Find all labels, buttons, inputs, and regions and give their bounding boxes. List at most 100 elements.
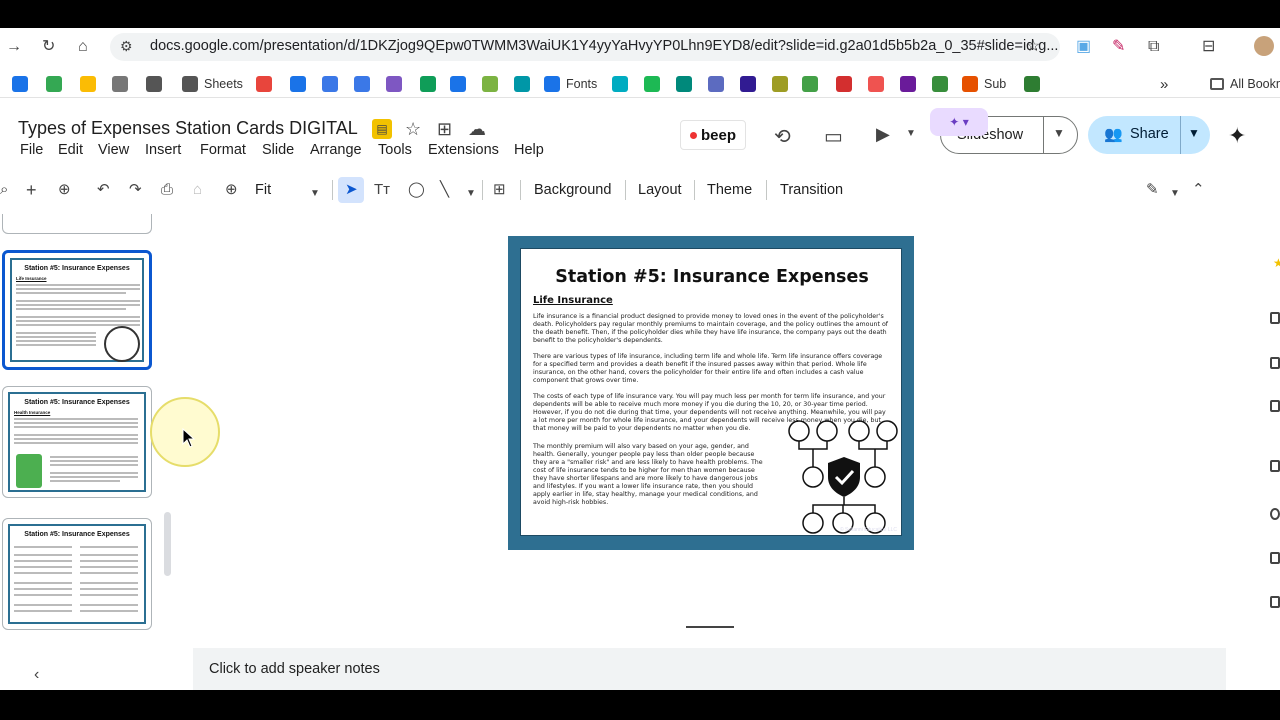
menu-arrange[interactable]: Arrange [310,142,362,158]
forward-icon[interactable]: → [6,37,22,57]
extension-icon[interactable]: ▣ [1076,37,1091,57]
calendar-icon[interactable] [1270,312,1280,324]
menu-edit[interactable]: Edit [58,142,83,158]
move-folder-icon[interactable]: ⊞ [437,119,452,140]
home-icon[interactable]: ⌂ [78,37,88,57]
bookmark-star-icon[interactable]: ☆ [1026,37,1040,57]
keep-icon[interactable]: ★ [1273,256,1280,270]
profile-avatar[interactable] [1254,36,1274,56]
bookmark-item[interactable] [644,74,660,94]
shape-icon[interactable]: ◯ [408,180,425,200]
bookmark-item[interactable] [354,74,370,94]
search-menus-icon[interactable]: ⌕ [0,180,8,200]
share-button[interactable]: 👥 Share ▼ [1088,116,1210,154]
menu-file[interactable]: File [20,142,43,158]
undo-icon[interactable]: ↶ [97,180,110,200]
menu-format[interactable]: Format [200,142,246,158]
chevron-down-icon[interactable]: ▼ [466,184,476,204]
bookmark-item[interactable] [482,74,498,94]
chevron-down-icon[interactable]: ▼ [906,128,916,139]
addon-icon[interactable] [1270,508,1280,520]
menu-tools[interactable]: Tools [378,142,412,158]
bookmark-item[interactable] [900,74,916,94]
tasks-icon[interactable] [1270,357,1280,369]
gemini-sparkle-icon[interactable]: ✦ [1228,123,1246,149]
version-history-icon[interactable]: ⟲ [774,124,791,149]
bookmark-item[interactable] [612,74,628,94]
bookmark-item[interactable] [802,74,818,94]
slide-paragraph[interactable]: There are various types of life insuranc… [533,353,891,385]
slide-paragraph[interactable]: Life insurance is a financial product de… [533,313,891,345]
redo-icon[interactable]: ↷ [129,180,142,200]
bookmark-item[interactable] [932,74,948,94]
bookmark-item[interactable]: Sub [962,74,1006,94]
slide-subtitle[interactable]: Life Insurance [533,295,613,306]
more-bookmarks-icon[interactable]: » [1160,74,1168,94]
layout-button[interactable]: Layout [638,182,682,198]
bookmark-item[interactable] [836,74,852,94]
slide-thumbnail-selected[interactable]: Station #5: Insurance Expenses Life Insu… [2,250,152,370]
bookmark-item[interactable] [708,74,724,94]
site-info-icon[interactable]: ⚙ [120,38,133,55]
paint-format-icon[interactable]: ⌂ [193,180,202,200]
slide-title[interactable]: Station #5: Insurance Expenses [521,267,903,287]
url-text[interactable]: docs.google.com/presentation/d/1DKZjog9Q… [150,38,1058,54]
bookmark-item[interactable] [868,74,884,94]
menu-slide[interactable]: Slide [262,142,294,158]
new-slide-icon[interactable]: + [26,180,37,200]
all-bookmarks-folder[interactable]: All Bookm [1210,74,1280,94]
theme-button[interactable]: Theme [707,182,752,198]
document-title[interactable]: Types of Expenses Station Cards DIGITAL [18,118,358,139]
bookmark-item[interactable] [290,74,306,94]
speaker-notes-area[interactable]: Click to add speaker notes [193,648,1226,690]
bookmark-item[interactable] [740,74,756,94]
slide-thumbnail[interactable] [2,214,152,234]
transition-button[interactable]: Transition [780,182,843,198]
new-slide-layout-icon[interactable]: ⊕ [58,180,71,200]
zoom-select[interactable]: Fit [255,182,271,198]
bookmark-item[interactable] [112,74,128,94]
reload-icon[interactable]: ↻ [42,37,55,57]
slide-thumbnail[interactable]: Station #5: Insurance Expenses Health In… [2,386,152,498]
comments-icon[interactable]: ▭ [824,124,843,149]
bookmark-item[interactable] [772,74,788,94]
filmstrip-scrollbar[interactable] [164,512,171,576]
bookmark-item[interactable] [322,74,338,94]
contacts-icon[interactable] [1270,400,1280,412]
bookmark-item[interactable]: Sheets [182,74,243,94]
bookmark-item[interactable] [1024,74,1040,94]
text-box-icon[interactable]: Tт [374,180,390,200]
side-panel-icon[interactable] [1270,552,1280,564]
bookmark-item[interactable] [12,74,28,94]
menu-help[interactable]: Help [514,142,544,158]
gemini-chip[interactable]: ✦ ▾ [930,108,988,136]
notes-resize-handle[interactable] [686,626,734,628]
bookmark-item[interactable] [80,74,96,94]
bookmark-item[interactable] [420,74,436,94]
menu-view[interactable]: View [98,142,129,158]
editing-mode-icon[interactable]: ✎ [1146,180,1159,200]
chevron-down-icon[interactable]: ▼ [1170,184,1180,204]
chevron-up-icon[interactable]: ⌃ [1192,180,1205,200]
bookmark-item[interactable]: Fonts [544,74,597,94]
beep-extension-button[interactable]: beep [680,120,746,150]
slide-thumbnail[interactable]: Station #5: Insurance Expenses [2,518,152,630]
slide-paragraph[interactable]: The monthly premium will also vary based… [533,443,769,507]
menu-insert[interactable]: Insert [145,142,181,158]
add-comment-icon[interactable]: ⊞ [493,180,506,200]
tab-search-icon[interactable]: ⊟ [1202,37,1215,57]
addon-icon[interactable]: ▤ [372,119,392,139]
print-icon[interactable]: ⎙ [161,180,173,200]
chevron-down-icon[interactable]: ▼ [1053,126,1065,140]
extensions-puzzle-icon[interactable]: ⧉ [1148,37,1159,57]
background-button[interactable]: Background [534,182,611,198]
bookmark-item[interactable] [386,74,402,94]
star-icon[interactable]: ☆ [405,119,421,140]
extension-icon[interactable]: ✎ [1112,37,1125,57]
bookmark-item[interactable] [676,74,692,94]
maps-icon[interactable] [1270,460,1280,472]
bookmark-item[interactable] [450,74,466,94]
meet-camera-icon[interactable]: ▶ [876,124,890,145]
side-panel-icon[interactable] [1270,596,1280,608]
bookmark-item[interactable] [256,74,272,94]
